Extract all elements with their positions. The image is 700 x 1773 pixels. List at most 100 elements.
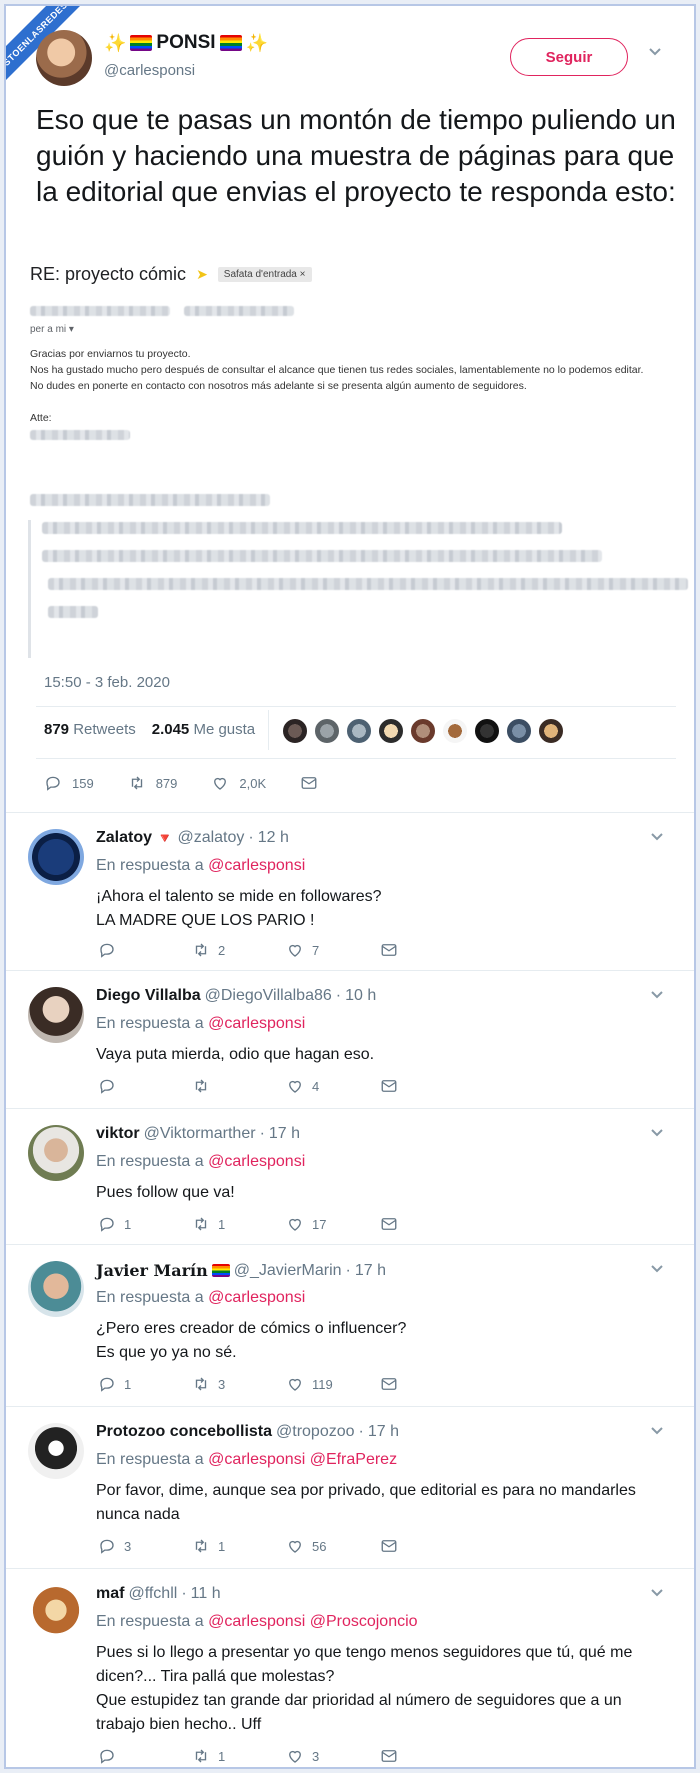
reply-header: viktor @Viktormarther · 17 h [96, 1125, 300, 1143]
reply-button[interactable]: 1 [98, 1215, 192, 1233]
retweet-button[interactable]: 1 [192, 1215, 286, 1233]
likers-avatars [282, 718, 564, 744]
message-button[interactable] [300, 774, 318, 792]
like-button[interactable]: 2,0K [211, 774, 266, 792]
mention-link[interactable]: @carlesponsi [208, 857, 305, 874]
mention-link[interactable]: @carlesponsi [208, 1015, 305, 1032]
retweet-button[interactable]: 3 [192, 1375, 286, 1393]
mention-link[interactable]: @carlesponsi [208, 1289, 305, 1306]
reply-header: Protozoo concebollista @tropozoo · 17 h [96, 1423, 399, 1441]
reply-display-name[interactable]: Javier Marín [96, 1261, 208, 1280]
reply-button[interactable]: 159 [44, 774, 94, 792]
mention-link[interactable]: @carlesponsi [208, 1153, 305, 1170]
avatar[interactable] [506, 718, 532, 744]
chevron-down-icon[interactable] [650, 1585, 664, 1601]
reply-button[interactable] [98, 1747, 192, 1765]
message-button[interactable] [380, 1747, 474, 1765]
redacted-quote-line [42, 550, 602, 562]
retweet-stat[interactable]: 879 Retweets [44, 721, 136, 738]
in-reply-to-prefix: En respuesta a [96, 1289, 204, 1306]
like-button[interactable]: 119 [286, 1375, 380, 1393]
avatar[interactable] [28, 1585, 84, 1641]
avatar[interactable] [28, 829, 84, 885]
reply-time[interactable]: 17 h [355, 1262, 386, 1280]
envelope-icon [381, 1750, 397, 1762]
reply-button[interactable] [98, 1077, 192, 1095]
reply-count: 159 [72, 775, 94, 791]
chevron-down-icon[interactable] [650, 1423, 664, 1439]
avatar[interactable] [36, 30, 92, 86]
like-stat[interactable]: 2.045 Me gusta [152, 721, 255, 738]
reply-handle[interactable]: @tropozoo [276, 1423, 355, 1441]
mention-link[interactable]: @carlesponsi @EfraPerez [208, 1451, 397, 1468]
reply-time[interactable]: 10 h [345, 987, 376, 1005]
like-button[interactable]: 56 [286, 1537, 380, 1555]
redacted-sender-email [184, 306, 294, 316]
tweet-timestamp[interactable]: 15:50 - 3 feb. 2020 [44, 674, 170, 691]
like-button[interactable]: 7 [286, 941, 380, 959]
chevron-down-icon[interactable] [650, 829, 664, 845]
sparkles-icon: ✨ [245, 32, 268, 53]
message-button[interactable] [380, 941, 474, 959]
reply-button[interactable] [98, 941, 192, 959]
avatar[interactable] [28, 1125, 84, 1181]
reply-display-name[interactable]: Diego Villalba [96, 987, 201, 1005]
reply-time[interactable]: 17 h [269, 1125, 300, 1143]
reply-display-name[interactable]: maf [96, 1585, 124, 1603]
avatar[interactable] [378, 718, 404, 744]
avatar[interactable] [410, 718, 436, 744]
chevron-down-icon[interactable] [650, 1261, 664, 1277]
mention-link[interactable]: @carlesponsi @Proscojoncio [208, 1613, 417, 1630]
follow-button[interactable]: Seguir [510, 38, 628, 76]
chevron-down-icon[interactable] [650, 1125, 664, 1141]
retweet-button[interactable]: 1 [192, 1537, 286, 1555]
reply-actions: 1 1 17 [98, 1215, 474, 1233]
like-button[interactable]: 4 [286, 1077, 380, 1095]
avatar[interactable] [28, 1423, 84, 1479]
chevron-down-icon[interactable] [650, 987, 664, 1003]
reply-display-name[interactable]: Zalatoy [96, 829, 152, 847]
reply-text-line: trabajo bien hecho.. Uff [96, 1716, 262, 1733]
reply-time[interactable]: 12 h [258, 829, 289, 847]
reply-time[interactable]: 11 h [191, 1585, 221, 1603]
reply-time[interactable]: 17 h [368, 1423, 399, 1441]
message-button[interactable] [380, 1077, 474, 1095]
like-button[interactable]: 3 [286, 1747, 380, 1765]
reply-button[interactable]: 1 [98, 1375, 192, 1393]
avatar[interactable] [28, 1261, 84, 1317]
retweet-button[interactable]: 2 [192, 941, 286, 959]
chevron-down-icon[interactable] [648, 44, 662, 62]
retweet-button[interactable]: 1 [192, 1747, 286, 1765]
message-button[interactable] [380, 1215, 474, 1233]
reply-actions: 1 3 119 [98, 1375, 474, 1393]
message-button[interactable] [380, 1375, 474, 1393]
reply-button[interactable]: 3 [98, 1537, 192, 1555]
reply-handle[interactable]: @Viktormarther [144, 1125, 256, 1143]
retweet-stat-label: Retweets [73, 721, 136, 738]
reply-display-name[interactable]: Protozoo concebollista [96, 1423, 272, 1441]
reply-handle[interactable]: @ffchll [128, 1585, 177, 1603]
reply-tweet: Diego Villalba @DiegoVillalba86 · 10 h E… [6, 970, 694, 1108]
reply-tweet: Javier Marín @_JavierMarin · 17 h En res… [6, 1244, 694, 1406]
avatar[interactable] [474, 718, 500, 744]
retweet-button[interactable]: 879 [128, 774, 177, 792]
avatar[interactable] [28, 987, 84, 1043]
like-button[interactable]: 17 [286, 1215, 380, 1233]
separator-dot: · [335, 987, 342, 1004]
in-reply-to-prefix: En respuesta a [96, 1153, 204, 1170]
display-name[interactable]: ✨ PONSI ✨ [104, 32, 268, 54]
reply-handle[interactable]: @DiegoVillalba86 [205, 987, 332, 1005]
tweet-actions: 159 879 2,0K [44, 774, 318, 792]
handle[interactable]: @carlesponsi [104, 62, 195, 79]
reply-display-name[interactable]: viktor [96, 1125, 140, 1143]
avatar[interactable] [282, 718, 308, 744]
avatar[interactable] [314, 718, 340, 744]
retweet-button[interactable] [192, 1077, 286, 1095]
reply-text: Por favor, dime, aunque sea por privado,… [96, 1479, 666, 1527]
reply-handle[interactable]: @_JavierMarin [234, 1262, 342, 1280]
message-button[interactable] [380, 1537, 474, 1555]
reply-handle[interactable]: @zalatoy [177, 829, 244, 847]
avatar[interactable] [538, 718, 564, 744]
avatar[interactable] [346, 718, 372, 744]
avatar[interactable] [442, 718, 468, 744]
